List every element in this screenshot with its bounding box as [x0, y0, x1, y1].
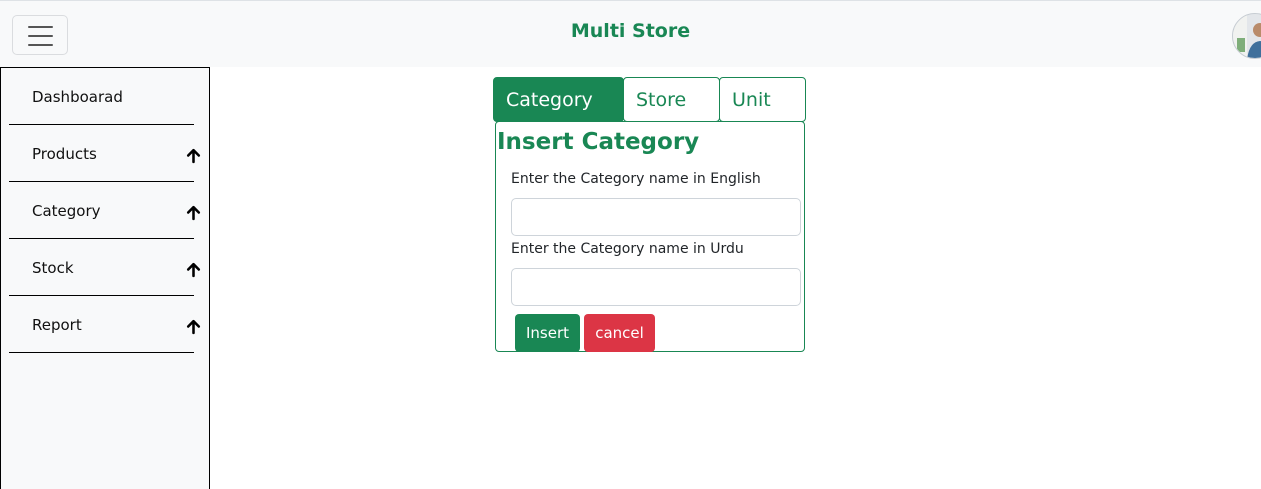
sidebar-item-label: Products [32, 145, 97, 163]
arrow-up-icon[interactable] [185, 147, 202, 164]
urdu-name-label: Enter the Category name in Urdu [511, 241, 744, 257]
insert-button[interactable]: Insert [515, 314, 580, 352]
tab-store[interactable]: Store [623, 77, 720, 122]
sidebar-item-products[interactable]: Products [9, 125, 201, 182]
arrow-up-icon[interactable] [185, 204, 202, 221]
top-navbar: Multi Store [0, 0, 1261, 67]
cancel-button[interactable]: cancel [584, 314, 655, 352]
sidebar-item-report[interactable]: Report [9, 296, 201, 353]
sidebar-item-category[interactable]: Category [9, 182, 201, 239]
urdu-name-input[interactable] [511, 268, 801, 306]
sidebar: Dashboarad Products Category Stock Repor… [0, 67, 210, 489]
sidebar-item-label: Stock [32, 259, 74, 277]
arrow-up-icon[interactable] [185, 318, 202, 335]
sidebar-item-label: Report [32, 316, 82, 334]
sidebar-item-dashboard[interactable]: Dashboarad [9, 68, 194, 125]
insert-category-card: Insert Category Enter the Category name … [495, 121, 805, 352]
tab-unit[interactable]: Unit [719, 77, 806, 122]
english-name-label: Enter the Category name in English [511, 171, 761, 187]
app-title: Multi Store [570, 20, 691, 42]
sidebar-item-stock[interactable]: Stock [9, 239, 201, 296]
arrow-up-icon[interactable] [185, 261, 202, 278]
english-name-input[interactable] [511, 198, 801, 236]
tab-category[interactable]: Category [493, 77, 624, 122]
sidebar-item-label: Dashboarad [32, 88, 123, 106]
sidebar-item-label: Category [32, 202, 101, 220]
form-title: Insert Category [497, 129, 700, 155]
